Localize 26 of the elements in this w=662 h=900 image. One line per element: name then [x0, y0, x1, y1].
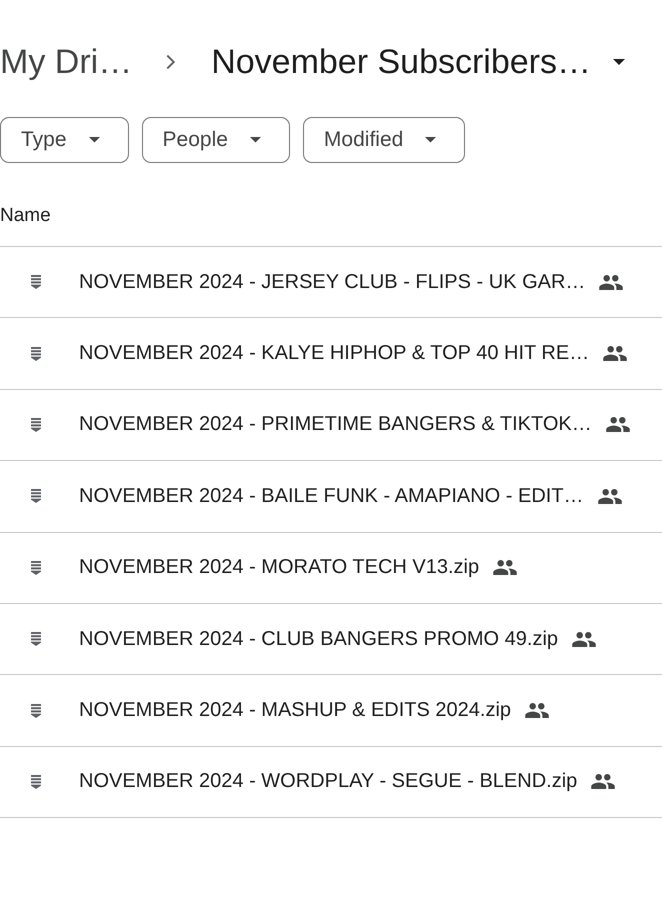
file-name[interactable]: NOVEMBER 2024 - MASHUP & EDITS 2024.zip: [79, 699, 512, 722]
zip-file-icon: [31, 560, 41, 575]
file-name[interactable]: NOVEMBER 2024 - CLUB BANGERS PROMO 49.zip: [79, 628, 558, 651]
zip-file-icon: [31, 275, 41, 290]
zip-file-icon: [31, 346, 41, 361]
chevron-right-icon: [166, 54, 176, 70]
file-name[interactable]: NOVEMBER 2024 - PRIMETIME BANGERS & TIKTOK…: [79, 413, 592, 436]
caret-icon: [250, 137, 261, 143]
breadcrumb-item[interactable]: My Dri…: [0, 40, 132, 84]
zip-file-icon: [31, 418, 41, 432]
filter-chip[interactable]: Type: [0, 117, 129, 163]
zip-file-icon: [31, 632, 41, 646]
caret-icon: [88, 137, 100, 143]
filter-chip[interactable]: People: [142, 117, 290, 163]
file-name[interactable]: NOVEMBER 2024 - KALYE HIPHOP & TOP 40 HIT RE…: [79, 342, 590, 366]
file-name[interactable]: NOVEMBER 2024 - BAILE FUNK - AMAPIANO - EDIT…: [79, 484, 584, 508]
file-name[interactable]: NOVEMBER 2024 - WORDPLAY - SEGUE - BLEND.zip: [79, 770, 578, 794]
breadcrumb-item[interactable]: November Subscribers…: [211, 40, 625, 84]
file-name[interactable]: NOVEMBER 2024 - MORATO TECH V13.zip: [79, 556, 480, 580]
zip-file-icon: [31, 704, 41, 718]
column-header[interactable]: Name: [0, 205, 51, 226]
zip-file-icon: [31, 489, 41, 504]
caret-icon: [425, 137, 436, 143]
file-name[interactable]: NOVEMBER 2024 - JERSEY CLUB - FLIPS - UK GAR…: [79, 270, 586, 294]
zip-file-icon: [31, 774, 41, 789]
filter-chip[interactable]: Modified: [302, 117, 466, 163]
